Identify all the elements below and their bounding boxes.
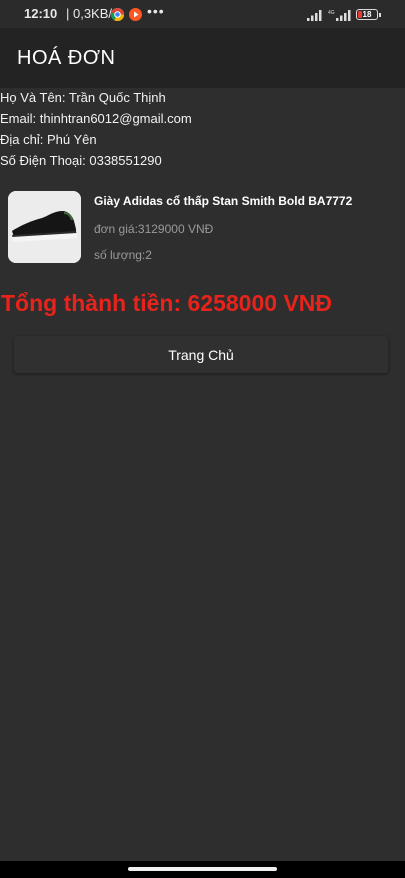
app-bar: HOÁ ĐƠN bbox=[0, 28, 405, 88]
customer-email: Email: thinhtran6012@gmail.com bbox=[0, 111, 192, 126]
svg-text:4G: 4G bbox=[328, 10, 335, 16]
chrome-notification-icon bbox=[110, 8, 124, 21]
status-time: 12:10 bbox=[24, 6, 58, 21]
order-total: Tổng thành tiền: 6258000 VNĐ bbox=[1, 290, 333, 316]
lte-signal-icon: 4G bbox=[328, 10, 351, 21]
product-quantity: số lượng:2 bbox=[94, 248, 152, 262]
product-name: Giày Adidas cổ thấp Stan Smith Bold BA77… bbox=[94, 194, 353, 208]
product-image bbox=[8, 191, 81, 263]
home-gesture-handle[interactable] bbox=[128, 867, 277, 871]
more-notifications-icon: ••• bbox=[147, 3, 165, 19]
customer-name: Họ Và Tên: Trần Quốc Thịnh bbox=[0, 90, 166, 105]
signal-strength-icon bbox=[307, 10, 322, 21]
system-navigation-bar bbox=[0, 861, 405, 878]
page-title: HOÁ ĐƠN bbox=[17, 47, 116, 69]
battery-level: 18 bbox=[362, 10, 372, 19]
status-bar: 12:10 | 0,3KB/s ••• 4G 18 bbox=[0, 0, 405, 28]
home-button[interactable]: Trang Chủ bbox=[14, 336, 388, 373]
black-sneaker-image bbox=[8, 191, 81, 263]
customer-phone: Số Điện Thoại: 0338551290 bbox=[0, 153, 162, 168]
play-notification-icon bbox=[129, 8, 142, 21]
battery-icon: 18 bbox=[356, 9, 381, 20]
product-unit-price: đơn giá:3129000 VNĐ bbox=[94, 222, 214, 236]
customer-address: Địa chỉ: Phú Yên bbox=[0, 132, 97, 147]
product-item: Giày Adidas cổ thấp Stan Smith Bold BA77… bbox=[8, 190, 398, 265]
